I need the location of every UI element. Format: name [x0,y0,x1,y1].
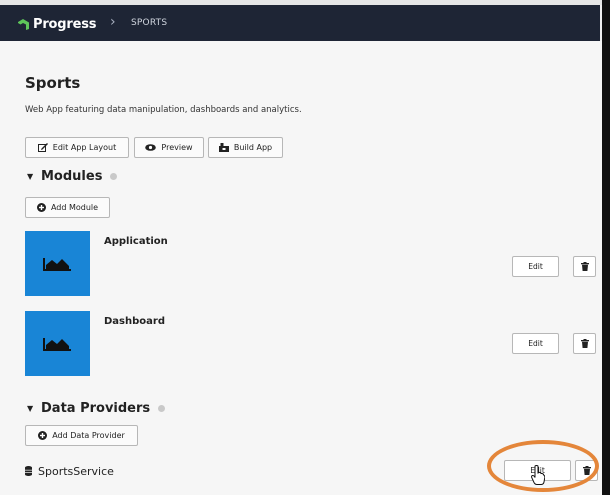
add-module-label: Add Module [50,203,99,212]
brand-name: Progress [33,16,97,32]
area-chart-icon [43,258,71,271]
page-description: Web App featuring data manipulation, das… [25,105,302,115]
edit-icon [37,143,48,152]
page-title: Sports [25,74,81,92]
plus-circle-icon [38,431,48,440]
progress-logo[interactable]: Progress [18,16,96,32]
plus-circle-icon [36,203,46,212]
data-providers-heading: Data Providers [41,400,151,416]
top-navigation-bar: Progress › SPORTS [0,5,600,41]
add-module-button[interactable]: Add Module [25,197,110,218]
add-data-provider-label: Add Data Provider [52,431,125,440]
data-provider-row[interactable]: SportsService [25,463,114,479]
data-provider-name: SportsService [38,464,114,478]
add-data-provider-button[interactable]: Add Data Provider [25,425,138,446]
build-app-button[interactable]: Build App [208,137,283,158]
build-app-label: Build App [233,143,273,152]
progress-logo-icon [18,19,29,30]
breadcrumb-separator: › [110,14,116,30]
preview-label: Preview [161,143,193,152]
module-name-dashboard[interactable]: Dashboard [104,316,165,327]
collapse-caret-icon: ▼ [27,171,34,181]
collapse-caret-icon: ▼ [27,403,34,413]
edit-app-layout-label: Edit App Layout [52,143,117,152]
build-icon [218,143,229,152]
database-icon [25,466,32,476]
breadcrumb-current[interactable]: SPORTS [131,18,167,28]
delete-module-application-button[interactable] [573,256,596,277]
edit-app-layout-button[interactable]: Edit App Layout [25,137,129,158]
trash-icon [580,339,589,348]
modules-section-header[interactable]: ▼ Modules [27,167,118,185]
app-detail-page: Sports Web App featuring data manipulati… [0,41,602,495]
screen-bezel [602,0,610,495]
edit-module-dashboard-button[interactable]: Edit [512,333,559,354]
data-providers-section-header[interactable]: ▼ Data Providers [27,399,166,417]
info-icon [110,172,118,180]
module-tile-dashboard[interactable] [25,311,90,376]
trash-icon [580,262,589,271]
edit-module-application-button[interactable]: Edit [512,256,559,277]
area-chart-icon [43,338,71,351]
delete-module-dashboard-button[interactable] [573,333,596,354]
module-tile-application[interactable] [25,231,90,296]
info-icon [158,404,166,412]
preview-button[interactable]: Preview [134,137,204,158]
eye-icon [145,144,157,151]
hand-pointer-icon [531,465,545,485]
module-name-application[interactable]: Application [104,236,168,247]
modules-heading: Modules [41,168,103,184]
